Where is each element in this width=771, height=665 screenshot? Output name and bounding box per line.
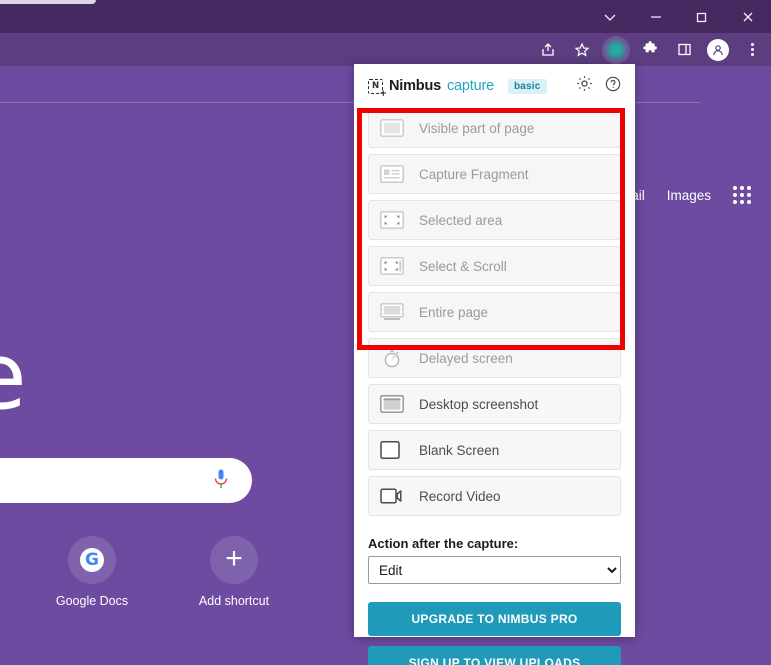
fragment-icon: [379, 165, 405, 183]
menu-item-desktop-screenshot[interactable]: Desktop screenshot: [368, 384, 621, 424]
nav-images-link[interactable]: Images: [667, 188, 711, 203]
plan-badge: basic: [507, 78, 547, 94]
menu-item-capture-fragment[interactable]: Capture Fragment: [368, 154, 621, 194]
menu-item-label: Delayed screen: [419, 350, 513, 366]
screen: ail Images gle G Google Docs: [0, 0, 771, 665]
brand: N Nimbus capture basic: [368, 78, 547, 99]
shortcut-list: G Google Docs + Add shortcut: [36, 536, 290, 608]
apps-grid-icon[interactable]: [733, 186, 751, 204]
select-scroll-icon: [379, 257, 405, 275]
shortcut-google-docs[interactable]: G Google Docs: [36, 536, 148, 608]
menu-item-delayed-screen[interactable]: Delayed screen: [368, 338, 621, 378]
menu-item-record-video[interactable]: Record Video: [368, 476, 621, 516]
close-icon[interactable]: [725, 0, 771, 33]
menu-item-label: Entire page: [419, 304, 489, 320]
share-icon[interactable]: [534, 36, 562, 64]
nimbus-extension-icon[interactable]: [602, 35, 630, 64]
upgrade-to-nimbus-pro-button[interactable]: UPGRADE TO NIMBUS PRO: [368, 602, 621, 636]
side-panel-icon[interactable]: [670, 36, 698, 64]
nimbus-capture-popup: N Nimbus capture basic: [354, 64, 635, 665]
logo-letter: N: [371, 81, 380, 91]
menu-item-entire-page[interactable]: Entire page: [368, 292, 621, 332]
microphone-icon[interactable]: [214, 469, 228, 491]
window-controls: [587, 0, 771, 33]
maximize-icon[interactable]: [679, 0, 725, 33]
chevron-down-icon[interactable]: [587, 0, 633, 33]
brand-name: Nimbus: [389, 78, 441, 94]
shortcut-label: Add shortcut: [198, 594, 270, 608]
action-after-capture-label: Action after the capture:: [368, 536, 519, 551]
minimize-icon[interactable]: [633, 0, 679, 33]
video-camera-icon: [379, 487, 405, 505]
menu-item-blank-screen[interactable]: Blank Screen: [368, 430, 621, 470]
menu-item-label: Visible part of page: [419, 120, 535, 136]
menu-item-selected-area[interactable]: Selected area: [368, 200, 621, 240]
google-search-box[interactable]: [0, 458, 252, 503]
menu-item-label: Desktop screenshot: [419, 396, 539, 412]
bookmark-star-icon[interactable]: [568, 36, 596, 64]
capture-modes-list: Visible part of page Capture Fragment Se…: [354, 108, 635, 516]
plus-icon: +: [225, 541, 243, 575]
selected-area-icon: [379, 211, 405, 229]
settings-gear-icon[interactable]: [576, 75, 593, 97]
visible-part-icon: [379, 119, 405, 137]
profile-avatar-icon[interactable]: [704, 36, 732, 64]
menu-item-label: Selected area: [419, 212, 503, 228]
popup-header-actions: [576, 75, 621, 97]
action-select-wrap: EditSave to Nimbus NoteSave to DiskCopy …: [354, 556, 635, 584]
browser-title-bar: [0, 0, 771, 33]
shortcut-icon-wrap: +: [210, 536, 258, 584]
menu-item-label: Capture Fragment: [419, 166, 529, 182]
shortcut-label: Google Docs: [55, 594, 129, 608]
chrome-menu-icon[interactable]: [738, 36, 766, 64]
menu-item-visible-part-of-page[interactable]: Visible part of page: [368, 108, 621, 148]
action-after-capture-select[interactable]: EditSave to Nimbus NoteSave to DiskCopy …: [368, 556, 621, 584]
browser-toolbar: [0, 33, 771, 66]
tab-strip-remnant: [0, 0, 96, 4]
entire-page-icon: [379, 303, 405, 321]
menu-item-label: Record Video: [419, 488, 501, 504]
timer-icon: [379, 348, 405, 368]
help-question-icon[interactable]: [605, 76, 621, 97]
cta-group: UPGRADE TO NIMBUS PRO SIGN UP TO VIEW UP…: [354, 584, 635, 665]
shortcut-add[interactable]: + Add shortcut: [178, 536, 290, 608]
toolbar-actions: [531, 33, 769, 66]
google-logo: gle: [0, 331, 27, 423]
menu-item-select-and-scroll[interactable]: Select & Scroll: [368, 246, 621, 286]
shortcut-icon-wrap: G: [68, 536, 116, 584]
sign-up-to-view-uploads-button[interactable]: SIGN UP TO VIEW UPLOADS: [368, 646, 621, 665]
menu-item-label: Blank Screen: [419, 442, 500, 458]
blank-screen-icon: [379, 441, 405, 459]
brand-product: capture: [446, 78, 494, 94]
popup-header: N Nimbus capture basic: [354, 64, 635, 108]
google-docs-icon: G: [80, 548, 104, 572]
desktop-icon: [379, 395, 405, 413]
extensions-puzzle-icon[interactable]: [636, 36, 664, 64]
menu-item-label: Select & Scroll: [419, 258, 507, 274]
nimbus-logo-icon: N: [368, 78, 387, 99]
google-top-nav: ail Images: [631, 186, 751, 204]
